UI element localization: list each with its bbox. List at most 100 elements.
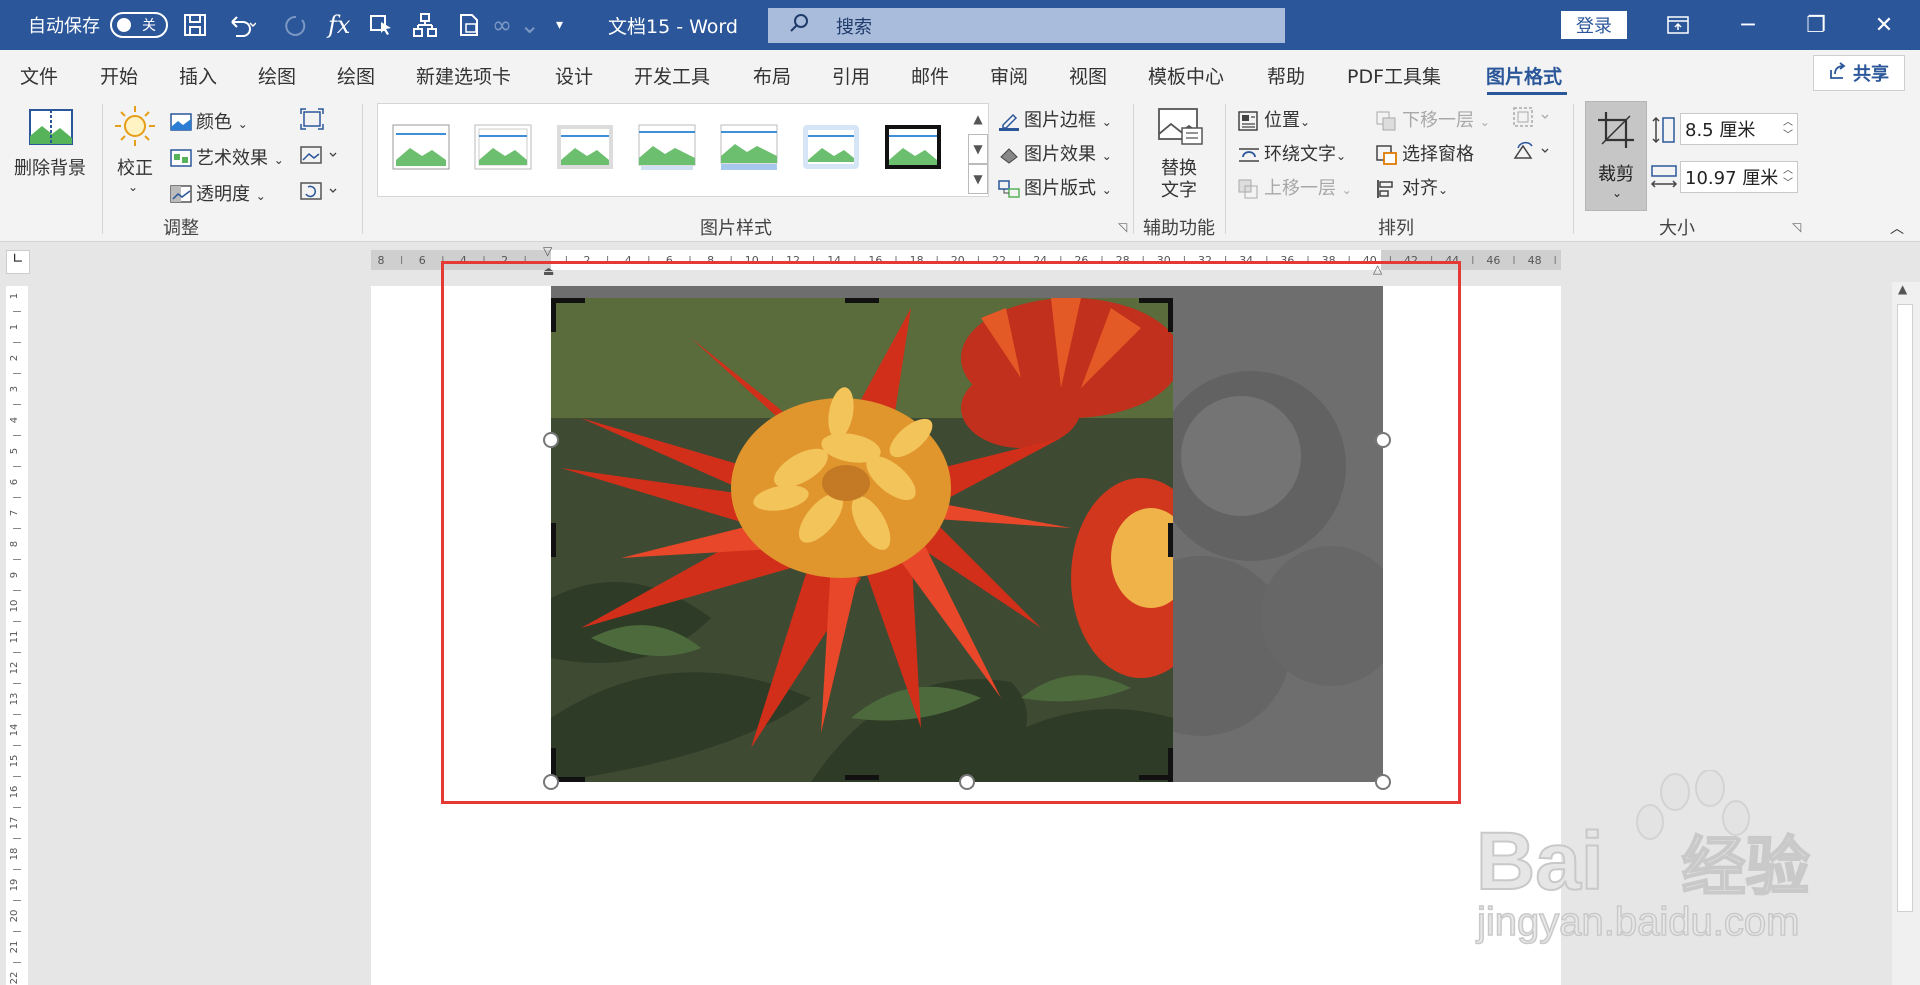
collapse-ribbon-icon[interactable]: ︿ bbox=[1890, 218, 1904, 238]
selection-pane-icon bbox=[1376, 145, 1398, 165]
tab-home[interactable]: 开始 bbox=[100, 62, 138, 89]
height-input[interactable]: 8.5 厘米 ︿ ﹀ bbox=[1680, 113, 1798, 145]
share-button[interactable]: 共享 bbox=[1813, 55, 1905, 91]
style-thumb-2[interactable] bbox=[474, 124, 532, 170]
gallery-scroll-down-icon[interactable]: ▼ bbox=[968, 134, 988, 164]
ruler-label: 15 bbox=[9, 755, 20, 768]
tab-help[interactable]: 帮助 bbox=[1267, 62, 1305, 89]
customize-toolbar-icon[interactable]: ▾ bbox=[556, 0, 563, 50]
bring-forward-button[interactable]: 上移一层 ⌄ bbox=[1238, 174, 1352, 200]
tab-draw[interactable]: 绘图 bbox=[258, 62, 296, 89]
style-thumb-3[interactable] bbox=[556, 124, 614, 170]
minimize-icon[interactable]: ─ bbox=[1728, 0, 1768, 50]
save-icon[interactable] bbox=[182, 0, 208, 50]
align-button[interactable]: 对齐⌄ bbox=[1376, 174, 1448, 200]
redo-icon[interactable] bbox=[282, 0, 308, 50]
tab-template-center[interactable]: 模板中心 bbox=[1148, 62, 1224, 89]
ruler-label: 1 bbox=[9, 293, 20, 299]
tab-new-tab[interactable]: 新建选项卡 bbox=[416, 62, 511, 89]
scrollbar-thumb[interactable] bbox=[1897, 304, 1913, 912]
alt-text-button-line2[interactable]: 文字 bbox=[1161, 176, 1197, 202]
remove-background-icon[interactable] bbox=[28, 108, 76, 152]
size-dialog-launcher-icon[interactable]: ◹ bbox=[1792, 220, 1801, 234]
tab-selector[interactable]: ∟ bbox=[6, 250, 30, 274]
align-label: 对齐 bbox=[1402, 178, 1438, 199]
undo-icon[interactable] bbox=[226, 0, 256, 50]
ruler-label: 18 bbox=[9, 848, 20, 861]
ruler-label: 5 bbox=[9, 448, 20, 454]
tab-insert[interactable]: 插入 bbox=[179, 62, 217, 89]
tab-references[interactable]: 引用 bbox=[832, 62, 870, 89]
search-icon bbox=[788, 12, 810, 39]
scroll-up-icon[interactable]: ▲ bbox=[1898, 282, 1907, 296]
correct-dropdown-icon[interactable]: ⌄ bbox=[128, 180, 138, 194]
change-picture-icon[interactable] bbox=[300, 144, 340, 171]
select-objects-icon[interactable] bbox=[368, 0, 394, 50]
gallery-more-icon[interactable]: ▼ bbox=[968, 164, 988, 194]
alt-text-icon[interactable] bbox=[1156, 106, 1204, 150]
styles-dialog-launcher-icon[interactable]: ◹ bbox=[1118, 220, 1127, 234]
picture-border-button[interactable]: 图片边框 ⌄ bbox=[998, 106, 1112, 132]
selection-pane-button[interactable]: 选择窗格 bbox=[1376, 140, 1474, 166]
watermark-jingyan: 经验 bbox=[1681, 830, 1811, 904]
reset-picture-icon[interactable] bbox=[300, 180, 340, 207]
style-thumb-6[interactable] bbox=[802, 124, 860, 170]
brightness-sun-icon[interactable] bbox=[112, 104, 160, 148]
picture-layout-button[interactable]: 图片版式 ⌄ bbox=[998, 174, 1112, 200]
document-title: 文档15 - Word bbox=[608, 15, 738, 38]
vertical-scrollbar[interactable]: ▲ bbox=[1892, 282, 1920, 985]
ruler-label: 2 bbox=[9, 355, 20, 361]
separator bbox=[362, 104, 363, 234]
transparency-button[interactable]: 透明度 ⌄ bbox=[170, 180, 266, 206]
wrap-text-button[interactable]: 环绕文字⌄ bbox=[1238, 140, 1346, 166]
search-box[interactable]: 搜索 bbox=[768, 8, 1285, 43]
share-icon bbox=[1829, 61, 1847, 85]
tab-view[interactable]: 视图 bbox=[1069, 62, 1107, 89]
org-chart-icon[interactable] bbox=[412, 0, 438, 50]
remove-background-button[interactable]: 删除背景 bbox=[14, 154, 86, 180]
style-thumb-7[interactable] bbox=[884, 124, 942, 170]
pen-border-icon bbox=[998, 111, 1020, 131]
height-spin-arrows-icon[interactable]: ︿ ﹀ bbox=[1783, 116, 1793, 142]
tab-mailings[interactable]: 邮件 bbox=[911, 62, 949, 89]
ribbon-display-icon[interactable] bbox=[1658, 0, 1698, 50]
tab-pdf-tools[interactable]: PDF工具集 bbox=[1347, 62, 1441, 89]
style-thumb-1[interactable] bbox=[392, 124, 450, 170]
first-line-indent-icon[interactable]: ▽ bbox=[543, 244, 552, 258]
gallery-scroll: ▲ ▼ ▼ bbox=[968, 104, 988, 196]
close-icon[interactable]: ✕ bbox=[1864, 0, 1904, 50]
login-button[interactable]: 登录 bbox=[1561, 11, 1627, 39]
autosave-toggle[interactable]: 关 bbox=[110, 12, 168, 38]
height-value: 8.5 厘米 bbox=[1685, 120, 1756, 141]
tab-file[interactable]: 文件 bbox=[20, 62, 58, 89]
color-button[interactable]: 颜色 ⌄ bbox=[170, 108, 248, 134]
search-placeholder: 搜索 bbox=[836, 16, 872, 38]
gallery-scroll-up-icon[interactable]: ▲ bbox=[968, 104, 988, 134]
transparency-label: 透明度 bbox=[196, 184, 250, 205]
correct-button[interactable]: 校正 bbox=[117, 154, 153, 180]
tab-picture-format[interactable]: 图片格式 bbox=[1486, 62, 1562, 89]
document-print-icon[interactable] bbox=[456, 0, 482, 50]
style-thumb-4[interactable] bbox=[638, 124, 696, 170]
style-thumb-5[interactable] bbox=[720, 124, 778, 170]
send-backward-button[interactable]: 下移一层 ⌄ bbox=[1376, 106, 1490, 132]
picture-effect-button[interactable]: 图片效果 ⌄ bbox=[998, 140, 1112, 166]
tab-review[interactable]: 审阅 bbox=[990, 62, 1028, 89]
group-objects-icon[interactable] bbox=[1512, 106, 1554, 133]
color-label: 颜色 bbox=[196, 112, 232, 133]
tab-developer[interactable]: 开发工具 bbox=[634, 62, 710, 89]
tab-layout[interactable]: 布局 bbox=[753, 62, 791, 89]
crop-button[interactable]: 裁剪 ⌄ bbox=[1585, 101, 1647, 211]
restore-icon[interactable]: ❐ bbox=[1796, 0, 1836, 50]
tab-design[interactable]: 设计 bbox=[555, 62, 593, 89]
art-effect-button[interactable]: 艺术效果 ⌄ bbox=[170, 144, 284, 170]
width-input[interactable]: 10.97 厘米 ︿ ﹀ bbox=[1680, 161, 1798, 193]
formula-icon[interactable]: fx bbox=[328, 0, 350, 50]
watermark-brand: Bai 经验 bbox=[1475, 815, 1811, 909]
compress-pictures-icon[interactable] bbox=[300, 108, 324, 135]
link-icon[interactable]: ∞ ⌄ bbox=[492, 0, 540, 50]
rotate-icon[interactable] bbox=[1512, 140, 1554, 167]
width-spin-arrows-icon[interactable]: ︿ ﹀ bbox=[1783, 164, 1793, 190]
tab-draw-2[interactable]: 绘图 bbox=[337, 62, 375, 89]
position-button[interactable]: 位置⌄ bbox=[1238, 106, 1310, 132]
